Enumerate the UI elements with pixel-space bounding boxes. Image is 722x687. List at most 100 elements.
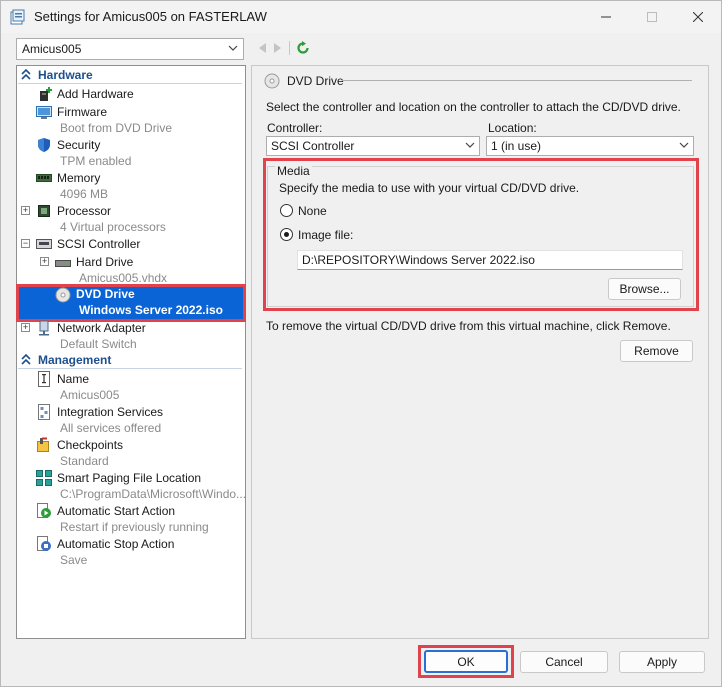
tree-item-hard-drive[interactable]: + Hard Drive Amicus005.vhdx <box>18 254 246 287</box>
collapse-chevrons-icon <box>21 354 31 365</box>
processor-icon <box>38 205 50 217</box>
chevron-down-icon <box>465 142 475 148</box>
tree-item-label: Automatic Start Action <box>57 504 176 518</box>
firmware-icon <box>36 106 52 119</box>
forward-arrow-icon[interactable] <box>273 42 283 54</box>
minimize-button[interactable] <box>583 1 629 33</box>
smart-paging-icon <box>36 470 52 486</box>
tree-item-label: Memory <box>57 171 101 185</box>
tree-item-label: Security <box>57 138 101 152</box>
tree-item-auto-start[interactable]: Automatic Start Action Restart if previo… <box>18 503 246 536</box>
tree-item-integration-services[interactable]: Integration Services All services offere… <box>18 404 246 437</box>
network-adapter-icon <box>39 320 49 336</box>
tree-item-detail: Restart if previously running <box>60 520 209 534</box>
expand-toggle[interactable]: + <box>40 257 49 266</box>
tree-item-label: Hard Drive <box>76 255 134 269</box>
tree-item-security[interactable]: Security TPM enabled <box>18 137 246 170</box>
tree-item-label: Add Hardware <box>57 87 134 101</box>
management-divider <box>18 368 242 369</box>
chevron-down-icon <box>228 45 238 51</box>
back-arrow-icon[interactable] <box>257 42 267 54</box>
controller-select[interactable]: SCSI Controller <box>266 136 480 156</box>
scsi-controller-icon <box>36 239 52 249</box>
vm-selector-value: Amicus005 <box>22 42 82 56</box>
expand-toggle[interactable]: + <box>21 323 30 332</box>
media-highlight-box <box>263 158 699 311</box>
dvd-drive-highlight-box <box>16 284 246 322</box>
tree-item-label: Name <box>57 372 90 386</box>
location-label: Location: <box>488 121 537 135</box>
tree-item-detail: C:\ProgramData\Microsoft\Windo... <box>60 487 247 501</box>
memory-chip-icon <box>36 174 52 182</box>
tree-item-detail: Default Switch <box>60 337 137 351</box>
tree-item-auto-stop[interactable]: Automatic Stop Action Save <box>18 536 246 569</box>
tree-item-label: SCSI Controller <box>57 237 141 251</box>
collapse-chevrons-icon <box>21 69 31 80</box>
remove-button[interactable]: Remove <box>620 340 693 362</box>
hardware-divider <box>18 83 242 84</box>
add-hardware-icon <box>40 87 52 101</box>
tree-item-label: Automatic Stop Action <box>57 537 175 551</box>
tree-item-label: Smart Paging File Location <box>57 471 202 485</box>
tree-item-processor[interactable]: + Processor 4 Virtual processors <box>18 203 246 236</box>
tree-item-detail: Standard <box>60 454 109 468</box>
chevron-down-icon <box>679 142 689 148</box>
toolbar-separator <box>289 41 290 55</box>
shield-icon <box>38 138 50 152</box>
location-value: 1 (in use) <box>491 139 542 153</box>
hard-drive-icon <box>55 260 71 267</box>
management-section-header[interactable]: Management <box>18 353 242 369</box>
maximize-button[interactable] <box>629 1 675 33</box>
settings-window: Settings for Amicus005 on FASTERLAW Amic… <box>0 0 722 687</box>
maximize-icon <box>647 12 657 22</box>
tree-item-firmware[interactable]: Firmware Boot from DVD Drive <box>18 104 246 137</box>
tree-item-name[interactable]: Name Amicus005 <box>18 371 246 404</box>
minimize-icon <box>601 16 611 18</box>
tree-item-label: Integration Services <box>57 405 164 419</box>
hardware-section-header[interactable]: Hardware <box>18 68 242 84</box>
settings-app-icon <box>10 9 25 25</box>
controller-value: SCSI Controller <box>271 139 355 153</box>
remove-note: To remove the virtual CD/DVD drive from … <box>266 319 671 333</box>
tree-item-label: Firmware <box>57 105 107 119</box>
hardware-label: Hardware <box>38 68 93 82</box>
close-button[interactable] <box>675 1 721 33</box>
cancel-button[interactable]: Cancel <box>520 651 608 673</box>
navigation-arrows <box>257 41 310 55</box>
panel-description: Select the controller and location on th… <box>266 100 681 114</box>
vm-selector[interactable]: Amicus005 <box>16 38 244 60</box>
ok-highlight-box <box>418 645 514 678</box>
location-select[interactable]: 1 (in use) <box>486 136 694 156</box>
tree-item-detail: Save <box>60 553 88 567</box>
checkpoints-icon <box>37 437 49 452</box>
tree-item-detail: Boot from DVD Drive <box>60 121 173 135</box>
panel-title-divider <box>342 80 692 81</box>
tree-item-smart-paging[interactable]: Smart Paging File Location C:\ProgramDat… <box>18 470 246 503</box>
integration-services-icon <box>38 404 50 420</box>
collapse-toggle[interactable]: − <box>21 239 30 248</box>
tree-item-detail: 4096 MB <box>60 187 109 201</box>
tree-item-detail: 4 Virtual processors <box>60 220 166 234</box>
auto-start-icon <box>37 503 51 518</box>
tree-item-network-adapter[interactable]: + Network Adapter Default Switch <box>18 320 246 353</box>
window-title: Settings for Amicus005 on FASTERLAW <box>34 9 267 24</box>
auto-stop-icon <box>37 536 51 551</box>
tree-item-label: Processor <box>57 204 112 218</box>
dvd-disc-icon <box>264 73 280 89</box>
tree-item-detail: Amicus005 <box>60 388 120 402</box>
management-label: Management <box>38 353 112 367</box>
panel-title: DVD Drive <box>287 74 344 88</box>
tree-item-detail: TPM enabled <box>60 154 132 168</box>
tree-item-checkpoints[interactable]: Checkpoints Standard <box>18 437 246 470</box>
close-icon <box>693 12 703 22</box>
tree-item-memory[interactable]: Memory 4096 MB <box>18 170 246 203</box>
name-document-icon <box>38 371 50 387</box>
controller-label: Controller: <box>267 121 323 135</box>
expand-toggle[interactable]: + <box>21 206 30 215</box>
tree-item-label: Checkpoints <box>57 438 124 452</box>
title-bar: Settings for Amicus005 on FASTERLAW <box>1 1 721 33</box>
tree-item-label: Network Adapter <box>57 321 146 335</box>
tree-item-detail: Amicus005.vhdx <box>79 271 168 285</box>
refresh-icon[interactable] <box>296 41 310 55</box>
apply-button[interactable]: Apply <box>619 651 705 673</box>
